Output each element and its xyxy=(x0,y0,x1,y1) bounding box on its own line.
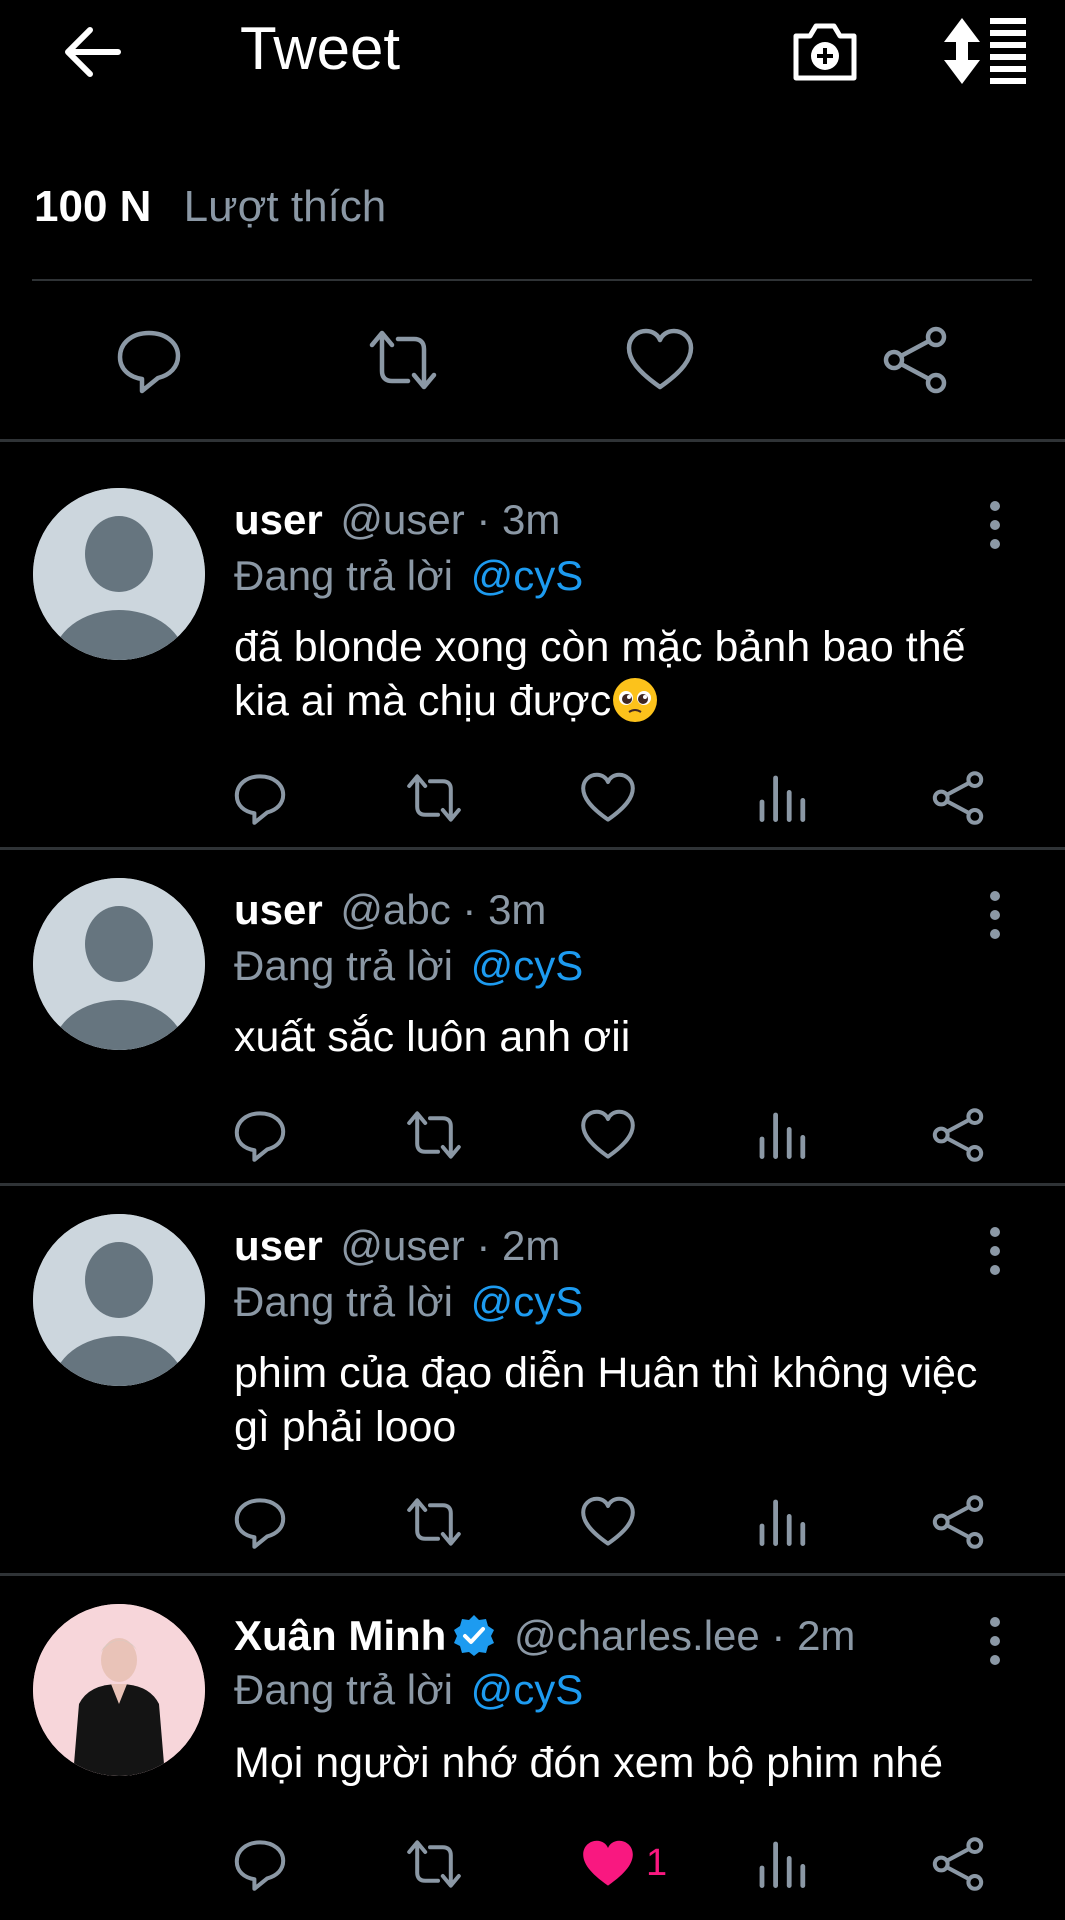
avatar[interactable] xyxy=(33,1214,205,1386)
display-name[interactable]: user xyxy=(234,886,323,933)
replying-label: Đang trả lời xyxy=(234,1666,453,1713)
divider xyxy=(32,279,1032,281)
reply-tweet[interactable]: user @user · 3m Đang trả lời @cyS đã blo… xyxy=(0,440,1065,845)
analytics-icon[interactable] xyxy=(754,770,810,826)
reply-tweet[interactable]: user @user · 2m Đang trả lời @cyS phim c… xyxy=(0,1186,1065,1571)
tweet-text: đã blonde xong còn mặc bảnh bao thế kia … xyxy=(234,623,966,725)
reply-icon[interactable] xyxy=(232,1494,288,1550)
reply-actions xyxy=(0,770,1065,830)
likes-summary[interactable]: 100 N Lượt thích xyxy=(34,182,386,232)
replying-label: Đang trả lời xyxy=(234,1278,453,1325)
tweet-text: phim của đạo diễn Huân thì không việc gì… xyxy=(234,1349,978,1451)
display-name[interactable]: user xyxy=(234,496,323,543)
more-options-icon[interactable] xyxy=(978,1226,1012,1276)
mention-link[interactable]: @cyS xyxy=(471,552,584,599)
retweet-icon[interactable] xyxy=(368,325,438,395)
mention-link[interactable]: @cyS xyxy=(471,942,584,989)
tweet-text: xuất sắc luôn anh ơii xyxy=(234,1013,631,1061)
verified-badge-icon xyxy=(454,1614,495,1656)
display-name[interactable]: user xyxy=(234,1222,323,1269)
analytics-icon[interactable] xyxy=(754,1107,810,1163)
handle-time: @user · 3m xyxy=(340,496,561,543)
reply-actions xyxy=(0,1107,1065,1167)
avatar[interactable] xyxy=(33,488,205,660)
reply-actions: 1 xyxy=(0,1836,1065,1896)
reply-icon[interactable] xyxy=(232,1836,288,1892)
arrow-left-icon[interactable] xyxy=(60,22,124,82)
retweet-icon[interactable] xyxy=(406,1836,462,1892)
handle-time: @abc · 3m xyxy=(340,886,547,933)
more-options-icon[interactable] xyxy=(978,890,1012,940)
more-options-icon[interactable] xyxy=(978,1616,1012,1666)
like-count: 1 xyxy=(646,1842,668,1884)
reply-actions xyxy=(0,1494,1065,1554)
reply-tweet[interactable]: user @abc · 3m Đang trả lời @cyS xuất sắ… xyxy=(0,850,1065,1180)
reply-icon[interactable] xyxy=(232,1107,288,1163)
heart-icon[interactable] xyxy=(625,325,695,395)
share-icon[interactable] xyxy=(930,1836,986,1892)
retweet-icon[interactable] xyxy=(406,1494,462,1550)
share-icon[interactable] xyxy=(930,1494,986,1550)
share-icon[interactable] xyxy=(880,325,950,395)
retweet-icon[interactable] xyxy=(406,1107,462,1163)
top-bar: Tweet xyxy=(0,0,1065,105)
pleading-face-emoji xyxy=(613,677,658,722)
analytics-icon[interactable] xyxy=(754,1494,810,1550)
profile-photo xyxy=(33,1604,205,1776)
tweet-text: Mọi người nhớ đón xem bộ phim nhé xyxy=(234,1739,944,1787)
reply-icon[interactable] xyxy=(114,325,184,395)
mention-link[interactable]: @cyS xyxy=(471,1666,584,1713)
page-title: Tweet xyxy=(240,15,401,82)
tweet-actions xyxy=(0,315,1065,405)
retweet-icon[interactable] xyxy=(406,770,462,826)
reply-icon[interactable] xyxy=(232,770,288,826)
more-options-icon[interactable] xyxy=(978,500,1012,550)
avatar[interactable] xyxy=(33,878,205,1050)
camera-plus-icon[interactable] xyxy=(790,16,860,86)
display-name[interactable]: Xuân Minh xyxy=(234,1612,446,1659)
mention-link[interactable]: @cyS xyxy=(471,1278,584,1325)
avatar[interactable] xyxy=(33,1604,205,1776)
heart-icon[interactable] xyxy=(580,770,636,826)
sort-list-icon[interactable] xyxy=(940,16,1030,86)
likes-count: 100 N xyxy=(34,182,152,231)
share-icon[interactable] xyxy=(930,1107,986,1163)
share-icon[interactable] xyxy=(930,770,986,826)
heart-filled-icon[interactable] xyxy=(580,1836,636,1892)
heart-icon[interactable] xyxy=(580,1107,636,1163)
handle-time: @charles.lee · 2m xyxy=(514,1612,856,1659)
replying-label: Đang trả lời xyxy=(234,552,453,599)
heart-icon[interactable] xyxy=(580,1494,636,1550)
handle-time: @user · 2m xyxy=(340,1222,561,1269)
likes-label: Lượt thích xyxy=(183,182,387,231)
analytics-icon[interactable] xyxy=(754,1836,810,1892)
replying-label: Đang trả lời xyxy=(234,942,453,989)
reply-tweet[interactable]: Xuân Minh @charles.lee · 2m Đang trả lời… xyxy=(0,1576,1065,1920)
